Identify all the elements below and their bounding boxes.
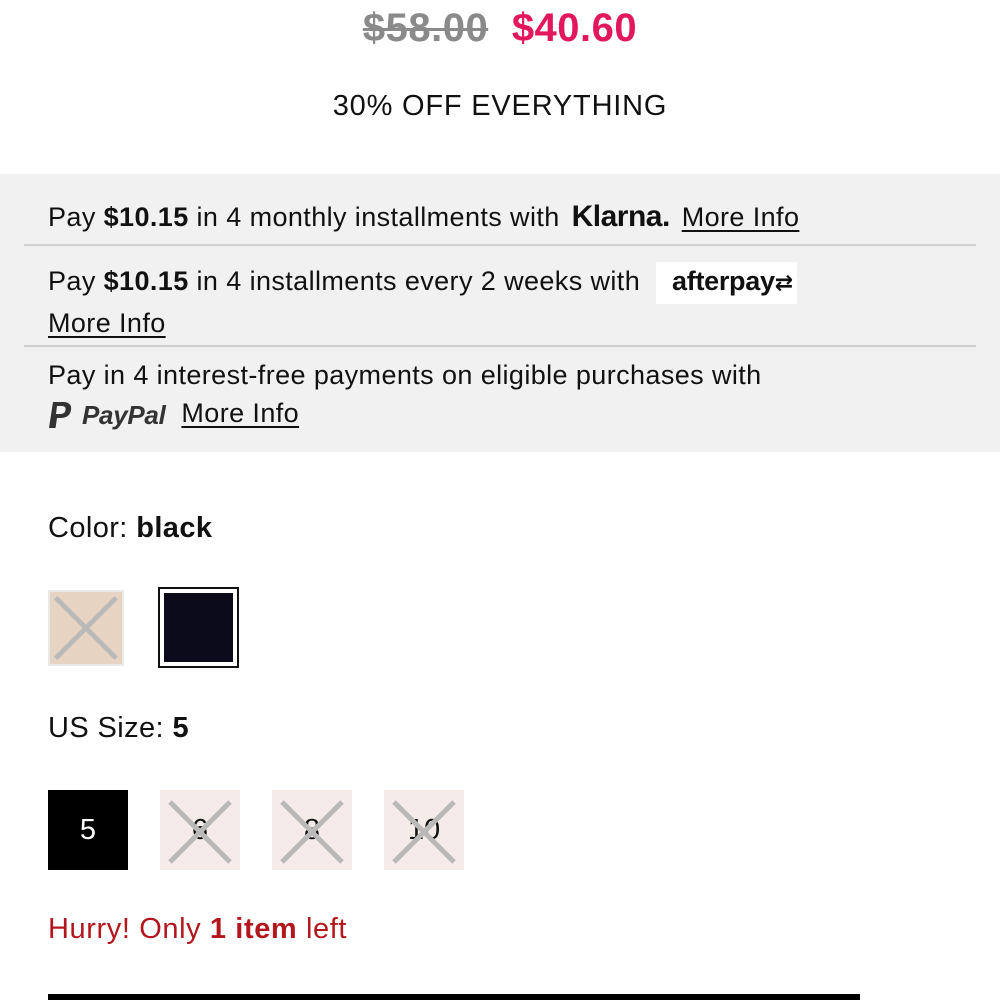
color-swatch-black[interactable] [158, 587, 239, 668]
payment-options-box: Pay $10.15 in 4 monthly installments wit… [0, 174, 1000, 452]
size-option-8[interactable]: 8 [272, 790, 352, 870]
size-option-6[interactable]: 6 [160, 790, 240, 870]
unavailable-cross-icon [280, 800, 344, 864]
divider [24, 244, 976, 246]
sale-price: $40.60 [511, 6, 638, 50]
price-row: $58.00 $40.60 [0, 6, 1000, 51]
afterpay-line: Pay $10.15 in 4 installments every 2 wee… [48, 262, 948, 342]
unavailable-cross-icon [54, 596, 118, 660]
klarna-line: Pay $10.15 in 4 monthly installments wit… [48, 200, 800, 233]
afterpay-more-info-link[interactable]: More Info [48, 308, 166, 338]
paypal-logo: PayPal [48, 396, 166, 434]
original-price: $58.00 [362, 6, 489, 50]
add-to-bag-button[interactable] [48, 994, 860, 1000]
swatch-fill [164, 593, 233, 662]
color-swatch-nude[interactable] [48, 590, 124, 666]
paypal-line: Pay in 4 interest-free payments on eligi… [48, 356, 968, 434]
divider [24, 345, 976, 347]
unavailable-cross-icon [168, 800, 232, 864]
afterpay-logo: afterpay⇄ [656, 262, 797, 304]
afterpay-arrows-icon: ⇄ [774, 270, 793, 295]
selected-color: black [136, 512, 213, 544]
low-stock-warning: Hurry! Only 1 item left [48, 913, 348, 945]
klarna-more-info-link[interactable]: More Info [682, 202, 800, 232]
paypal-more-info-link[interactable]: More Info [181, 398, 299, 428]
klarna-amount: $10.15 [103, 202, 189, 232]
afterpay-amount: $10.15 [103, 266, 189, 297]
unavailable-cross-icon [392, 800, 456, 864]
selected-size: 5 [172, 712, 190, 744]
size-label: US Size: 5 [48, 712, 190, 744]
paypal-p-icon [49, 401, 72, 428]
color-label: Color: black [48, 512, 213, 544]
size-option-10[interactable]: 10 [384, 790, 464, 870]
klarna-logo: Klarna. [571, 200, 671, 233]
promo-banner: 30% OFF EVERYTHING [332, 90, 668, 122]
size-option-5[interactable]: 5 [48, 790, 128, 870]
